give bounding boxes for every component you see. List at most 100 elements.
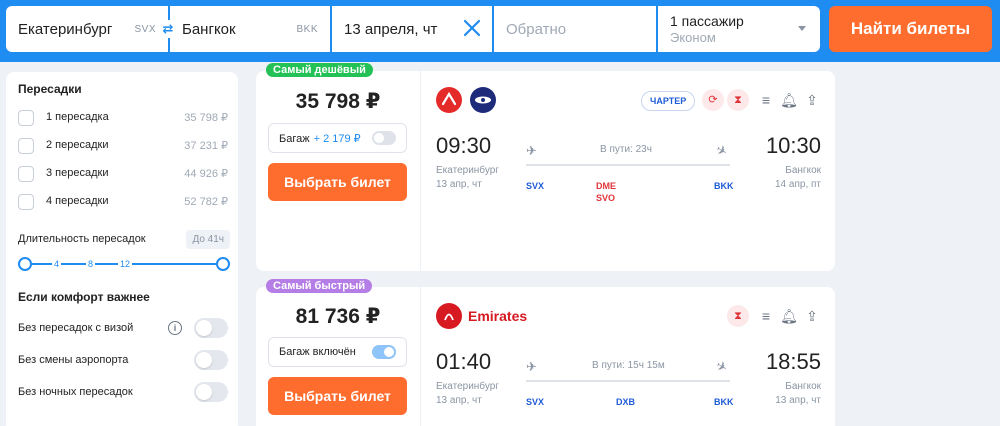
toggle-switch[interactable] — [194, 318, 228, 338]
clear-date-icon[interactable] — [460, 16, 484, 40]
choose-ticket-button[interactable]: Выбрать билет — [268, 377, 407, 415]
add-to-list-icon[interactable]: ≡ — [757, 307, 775, 325]
bell-icon[interactable]: 🔔︎ — [780, 307, 798, 325]
add-to-list-icon[interactable]: ≡ — [757, 91, 775, 109]
baggage-toggle[interactable] — [372, 345, 396, 359]
takeoff-icon: ✈ — [526, 359, 537, 374]
transfer-price: 37 231 ₽ — [184, 140, 228, 152]
airport-code: BKK — [714, 181, 734, 191]
search-bar: Екатеринбург SVX ⇄ Бангкок BKK 13 апреля… — [0, 0, 1000, 62]
toggle-switch[interactable] — [194, 382, 228, 402]
duration-value: До 41ч — [186, 230, 230, 249]
ticket-card[interactable]: Самый быстрый 81 736 ₽ Багаж включён Выб… — [256, 279, 835, 426]
airline-logo — [436, 87, 462, 113]
fastest-badge: Самый быстрый — [266, 279, 373, 293]
ticket-price: 35 798 ₽ — [295, 90, 381, 113]
passenger-count: 1 пассажир — [670, 13, 744, 29]
arrival-city: Бангкок — [785, 165, 821, 176]
destination-city: Бангкок — [182, 21, 236, 38]
stop-airport-code: SVO — [596, 193, 616, 203]
share-icon[interactable]: ⇪ — [803, 91, 821, 109]
landing-icon: ✈ — [713, 141, 731, 160]
duration-slider[interactable]: 4 8 12 — [18, 256, 230, 272]
landing-icon: ✈ — [713, 357, 731, 376]
baggage-label: Багаж включён — [279, 346, 356, 358]
baggage-text: Багаж — [279, 133, 310, 145]
comfort-label: Без пересадок с визой — [18, 322, 134, 334]
ticket-card[interactable]: Самый дешёвый 35 798 ₽ Багаж + 2 179 ₽ Вы… — [256, 63, 835, 271]
comfort-option-airport[interactable]: Без смены аэропорта — [18, 350, 228, 372]
arrival-time: 10:30 — [765, 133, 821, 158]
destination-code: BKK — [296, 24, 318, 35]
transfer-option[interactable]: 1 пересадка 35 798 ₽ — [18, 108, 228, 128]
baggage-option[interactable]: Багаж включён — [268, 337, 407, 367]
departure-time: 09:30 — [436, 133, 492, 158]
passengers-field[interactable]: 1 пассажир Эконом — [658, 6, 820, 52]
choose-ticket-button[interactable]: Выбрать билет — [268, 163, 407, 201]
cheapest-badge: Самый дешёвый — [266, 63, 373, 77]
checkbox[interactable] — [18, 110, 34, 126]
filters-panel: Пересадки 1 пересадка 35 798 ₽ 2 пересад… — [6, 72, 238, 426]
toggle-switch[interactable] — [194, 350, 228, 370]
checkbox[interactable] — [18, 194, 34, 210]
takeoff-icon: ✈ — [526, 143, 537, 158]
info-icon[interactable]: i — [168, 321, 182, 335]
find-tickets-button[interactable]: Найти билеты — [829, 6, 992, 52]
divider — [420, 71, 421, 271]
route-line — [526, 164, 730, 166]
departure-date: 13 апр, чт — [436, 395, 482, 406]
transfer-option[interactable]: 4 пересадки 52 782 ₽ — [18, 192, 228, 212]
bell-icon[interactable]: 🔔︎ — [780, 91, 798, 109]
hourglass-icon: ⧗ — [727, 305, 749, 327]
ticket-price: 81 736 ₽ — [295, 305, 381, 328]
transfer-label: 3 пересадки — [46, 167, 109, 179]
origin-field[interactable]: Екатеринбург SVX — [6, 6, 168, 52]
checkbox[interactable] — [18, 166, 34, 182]
return-placeholder: Обратно — [506, 21, 567, 38]
route-line — [526, 380, 730, 382]
baggage-option[interactable]: Багаж + 2 179 ₽ — [268, 123, 407, 153]
stop-airport-code: DME — [596, 181, 616, 191]
chevron-down-icon — [798, 26, 806, 31]
transfer-price: 35 798 ₽ — [184, 112, 228, 124]
transfer-label: 4 пересадки — [46, 195, 109, 207]
baggage-toggle[interactable] — [372, 131, 396, 145]
travel-duration: В пути: 23ч — [600, 144, 652, 155]
charter-badge: ЧАРТЕР — [641, 91, 696, 111]
arrival-city: Бангкок — [785, 381, 821, 392]
transfer-label: 1 пересадка — [46, 111, 109, 123]
transfer-option[interactable]: 3 пересадки 44 926 ₽ — [18, 164, 228, 184]
share-icon[interactable]: ⇪ — [803, 307, 821, 325]
slider-tick: 4 — [52, 256, 62, 272]
slider-max-handle[interactable] — [216, 257, 230, 271]
transfers-heading: Пересадки — [18, 82, 82, 96]
airline-logo — [470, 87, 496, 113]
comfort-label: Без смены аэропорта — [18, 354, 129, 366]
transfer-price: 44 926 ₽ — [184, 168, 228, 180]
airport-code: SVX — [526, 181, 545, 191]
transfer-price: 52 782 ₽ — [184, 196, 228, 208]
emirates-logo — [436, 303, 462, 329]
slider-tick: 12 — [118, 256, 133, 272]
stop-airport-code: DXB — [616, 397, 636, 407]
departure-date-field[interactable]: 13 апреля, чт — [332, 6, 492, 52]
transfer-label: 2 пересадки — [46, 139, 109, 151]
divider — [420, 287, 421, 426]
destination-field[interactable]: Бангкок BKK — [170, 6, 330, 52]
origin-code: SVX — [134, 24, 156, 35]
comfort-option-visa[interactable]: Без пересадок с визой i — [18, 318, 228, 340]
refresh-icon: ⟳ — [702, 89, 724, 111]
transfer-option[interactable]: 2 пересадки 37 231 ₽ — [18, 136, 228, 156]
comfort-heading: Если комфорт важнее — [18, 290, 150, 304]
swap-icon[interactable]: ⇄ — [159, 20, 177, 38]
slider-min-handle[interactable] — [18, 257, 32, 271]
route-segment — [526, 164, 586, 166]
departure-date: 13 апр, чт — [436, 179, 482, 190]
duration-label: Длительность пересадок — [18, 233, 146, 245]
return-date-field[interactable]: Обратно — [494, 6, 656, 52]
cabin-class: Эконом — [670, 30, 716, 45]
airport-code: SVX — [526, 397, 545, 407]
comfort-option-night[interactable]: Без ночных пересадок — [18, 382, 228, 404]
checkbox[interactable] — [18, 138, 34, 154]
comfort-label: Без ночных пересадок — [18, 386, 133, 398]
